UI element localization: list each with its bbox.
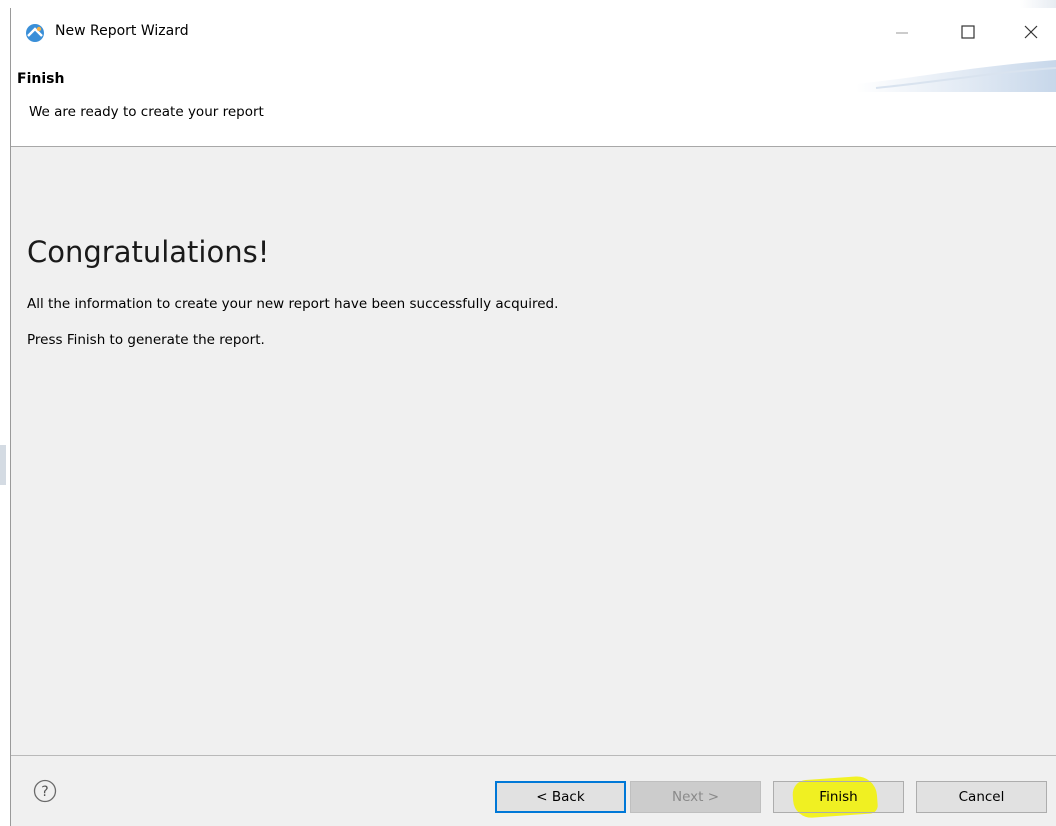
outer-window-edge bbox=[0, 445, 6, 485]
maximize-button[interactable] bbox=[953, 18, 983, 48]
svg-text:?: ? bbox=[41, 784, 48, 800]
finish-button[interactable]: Finish bbox=[773, 781, 904, 813]
congratulations-heading: Congratulations! bbox=[27, 235, 270, 269]
wizard-window: New Report Wizard Finish We are ready to… bbox=[10, 8, 1056, 826]
help-button[interactable]: ? bbox=[33, 779, 57, 803]
maximize-icon bbox=[961, 24, 975, 43]
close-icon bbox=[1024, 24, 1038, 43]
footer-divider bbox=[11, 755, 1056, 756]
info-message: All the information to create your new r… bbox=[27, 296, 559, 312]
title-bar[interactable]: New Report Wizard bbox=[11, 8, 1056, 58]
back-button[interactable]: < Back bbox=[495, 781, 626, 813]
outer-background bbox=[0, 0, 1056, 8]
minimize-button[interactable] bbox=[887, 18, 917, 48]
header-banner-graphic bbox=[856, 60, 1056, 92]
outer-background-hint bbox=[1020, 0, 1056, 8]
eclipse-birt-icon bbox=[25, 23, 45, 43]
cancel-button[interactable]: Cancel bbox=[916, 781, 1047, 813]
page-description: We are ready to create your report bbox=[29, 104, 264, 120]
instruction-message: Press Finish to generate the report. bbox=[27, 332, 265, 348]
help-icon: ? bbox=[33, 779, 57, 807]
close-button[interactable] bbox=[1016, 18, 1046, 48]
window-title: New Report Wizard bbox=[55, 23, 189, 39]
wizard-header: Finish We are ready to create your repor… bbox=[11, 58, 1056, 147]
page-title: Finish bbox=[17, 71, 65, 87]
wizard-content: Congratulations! All the information to … bbox=[11, 147, 1056, 755]
minimize-icon bbox=[896, 24, 908, 43]
finish-button-label: Finish bbox=[819, 789, 858, 805]
next-button[interactable]: Next > bbox=[630, 781, 761, 813]
